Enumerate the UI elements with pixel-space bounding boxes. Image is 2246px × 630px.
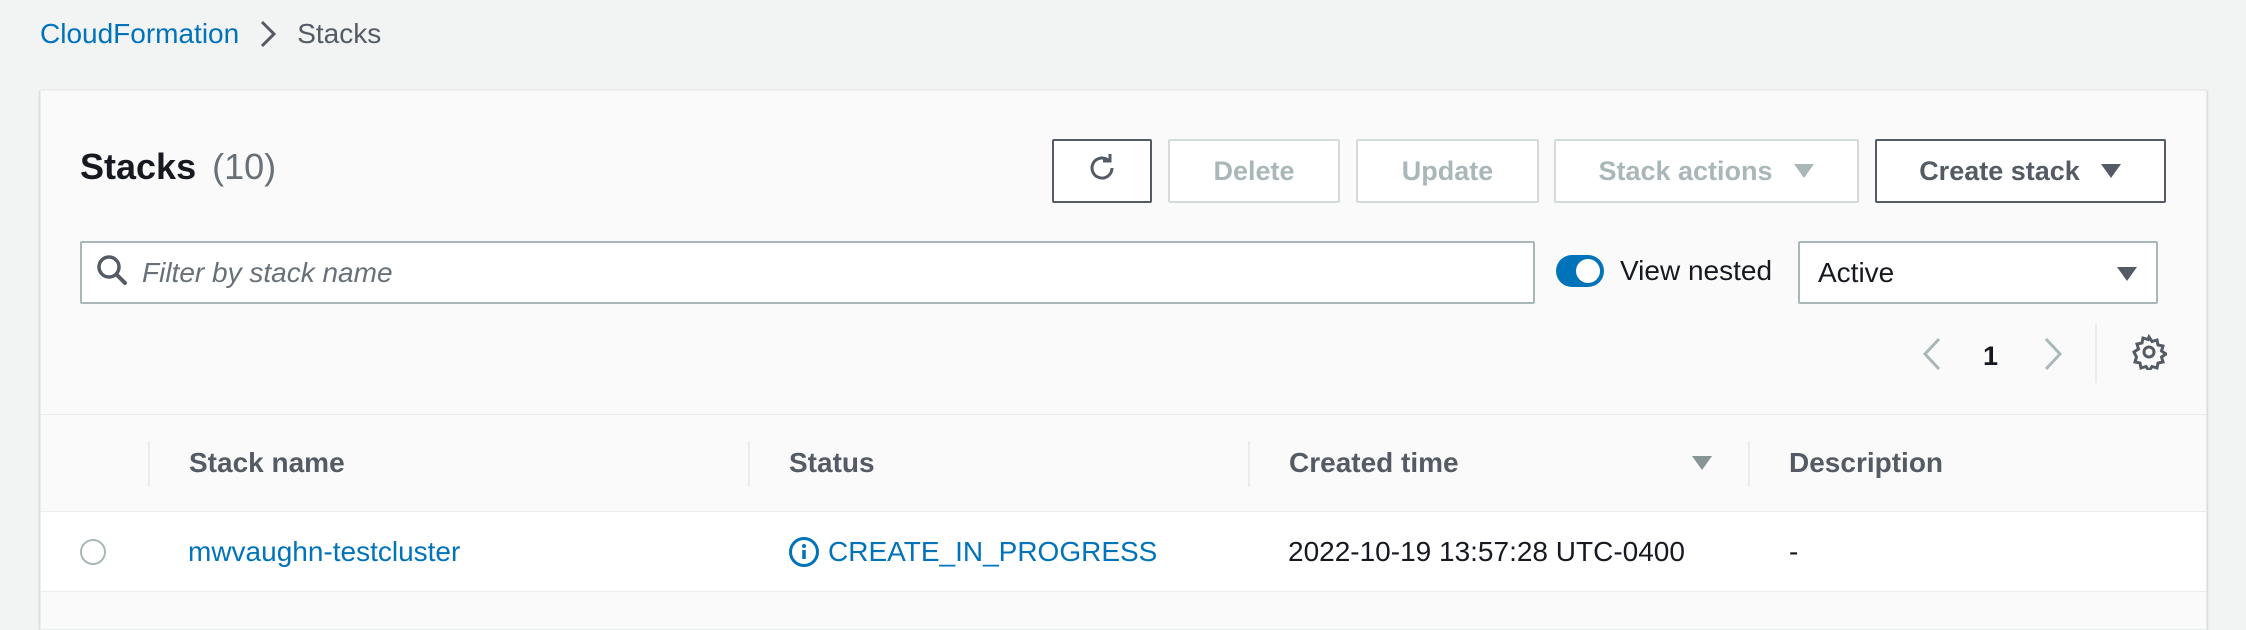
stack-status-text: CREATE_IN_PROGRESS xyxy=(828,536,1158,567)
update-button[interactable]: Update xyxy=(1356,139,1539,203)
table-settings-button[interactable] xyxy=(2131,333,2169,375)
table-header: Stack name Status Created time Descripti… xyxy=(41,414,2206,512)
row-select-radio[interactable] xyxy=(80,512,106,592)
column-divider xyxy=(1748,441,1750,487)
created-time-cell: 2022-10-19 13:57:28 UTC-0400 xyxy=(1288,536,1685,567)
stack-name-link[interactable]: mwvaughn-testcluster xyxy=(188,512,460,592)
status-filter-select[interactable]: Active xyxy=(1798,241,2158,304)
stack-count: (10) xyxy=(212,146,277,187)
caret-down-icon xyxy=(1793,163,1815,179)
panel-title-text: Stacks xyxy=(80,146,197,187)
settings-gear-icon xyxy=(2131,333,2169,374)
column-divider xyxy=(148,441,150,487)
current-page-number[interactable]: 1 xyxy=(1983,331,1998,381)
info-circle-icon xyxy=(788,536,820,568)
column-header-stack-name[interactable]: Stack name xyxy=(189,415,345,511)
stacks-panel: Stacks (10) Delete Update Stack actions … xyxy=(40,90,2207,630)
create-stack-label: Create stack xyxy=(1919,155,2080,186)
caret-down-icon xyxy=(2116,257,2138,289)
table-row[interactable]: mwvaughn-testcluster CREATE_IN_PROGRESS … xyxy=(41,512,2206,592)
column-divider xyxy=(1248,441,1250,487)
view-nested-toggle-group: View nested xyxy=(1556,251,1772,291)
view-nested-label: View nested xyxy=(1620,255,1773,286)
toggle-knob xyxy=(1576,259,1600,283)
column-header-description[interactable]: Description xyxy=(1789,415,1943,511)
chevron-left-icon xyxy=(1921,336,1943,377)
pagination-divider xyxy=(2095,323,2097,383)
radio-button[interactable] xyxy=(80,539,106,565)
column-header-status[interactable]: Status xyxy=(789,415,875,511)
stack-actions-button[interactable]: Stack actions xyxy=(1554,139,1859,203)
search-icon xyxy=(96,254,128,291)
view-nested-toggle[interactable] xyxy=(1556,255,1604,287)
create-stack-button[interactable]: Create stack xyxy=(1875,139,2166,203)
previous-page-button[interactable] xyxy=(1921,331,1943,381)
next-page-button[interactable] xyxy=(2042,331,2064,381)
filter-input[interactable] xyxy=(142,256,1502,289)
breadcrumb-current: Stacks xyxy=(297,18,382,49)
sort-descending-icon[interactable] xyxy=(1691,415,1713,511)
column-header-created-time[interactable]: Created time xyxy=(1289,415,1459,511)
stacks-table: Stack name Status Created time Descripti… xyxy=(41,414,2206,592)
delete-button[interactable]: Delete xyxy=(1168,139,1340,203)
breadcrumb: CloudFormation Stacks xyxy=(40,18,381,50)
page-title: Stacks (10) xyxy=(80,146,276,188)
description-cell: - xyxy=(1789,536,1799,567)
column-divider xyxy=(748,441,750,487)
refresh-icon xyxy=(1085,151,1119,192)
chevron-right-icon xyxy=(2042,336,2064,377)
caret-down-icon xyxy=(2100,163,2122,179)
stack-status[interactable]: CREATE_IN_PROGRESS xyxy=(788,512,1157,592)
chevron-right-icon xyxy=(259,19,277,49)
status-filter-value: Active xyxy=(1818,256,1895,288)
stack-actions-label: Stack actions xyxy=(1598,155,1773,186)
refresh-button[interactable] xyxy=(1052,139,1152,203)
breadcrumb-link-cloudformation[interactable]: CloudFormation xyxy=(40,18,239,50)
filter-box xyxy=(80,241,1535,304)
